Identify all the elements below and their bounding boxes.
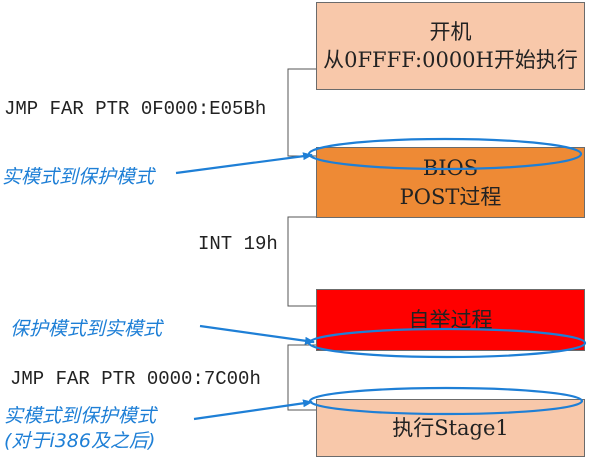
- annotation-real-to-protected: 实模式到保护模式: [2, 166, 155, 188]
- box-bootstrap: 自举过程: [316, 289, 585, 351]
- box-stage1-line1: 执行Stage1: [392, 415, 509, 440]
- arrow-3: [193, 399, 313, 421]
- jump-label-2: INT 19h: [198, 233, 278, 255]
- jump-label-1: JMP FAR PTR 0F000:E05Bh: [4, 98, 267, 120]
- annotation-i386-note: (对于i386及之后): [4, 430, 156, 452]
- annotation-protected-to-real: 保护模式到实模式: [10, 318, 163, 340]
- arrow-2: [199, 324, 315, 345]
- box-bootstrap-line1: 自举过程: [408, 307, 493, 332]
- jump-label-3: JMP FAR PTR 0000:7C00h: [10, 368, 261, 390]
- box-bios-post-line1: BIOS: [422, 156, 479, 181]
- annotation-real-to-protected-i386: 实模式到保护模式: [4, 405, 157, 427]
- arrow-1: [175, 152, 313, 175]
- box-power-on-line2: 从0FFFF:0000H开始执行: [323, 48, 578, 72]
- box-stage1: 执行Stage1: [316, 399, 585, 457]
- connector-1: [287, 68, 316, 157]
- connector-3: [287, 344, 316, 411]
- connector-2: [287, 216, 316, 307]
- box-power-on: 开机 从0FFFF:0000H开始执行: [316, 2, 585, 90]
- box-bios-post-line2: POST过程: [399, 184, 502, 209]
- box-bios-post: BIOS POST过程: [316, 147, 585, 218]
- box-power-on-line1: 开机: [429, 19, 472, 44]
